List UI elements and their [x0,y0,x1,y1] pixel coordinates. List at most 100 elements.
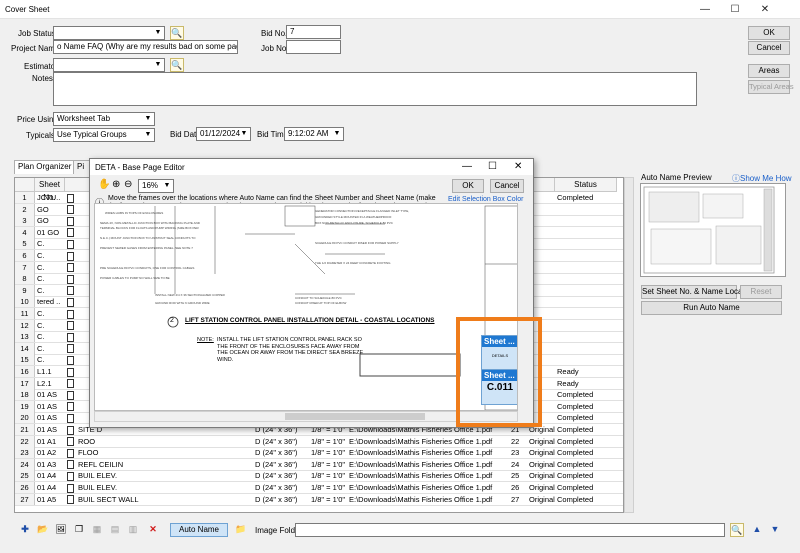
table-cell-n[interactable]: 25 [15,470,35,482]
table-cell-sheet[interactable]: L2.1 [37,378,65,389]
ok-button[interactable]: OK [748,26,790,40]
table-cell-sheet[interactable]: 01 A4 [37,482,65,493]
table-cell-sheet[interactable]: 01 A1 [37,436,65,447]
table-cell-sheet[interactable]: GO [37,204,65,215]
table-row[interactable]: 25 01 A4 BUIL ELEV. D (24" x 36") 1/8" = 1'0… [15,470,623,483]
table-cell-status[interactable] [557,204,617,215]
table-cell-sheet[interactable]: C. [37,285,65,296]
table-cell-orig[interactable]: Original [529,459,555,470]
table-cell-n[interactable]: 20 [15,412,35,424]
table-cell-sheet[interactable]: C. [37,262,65,273]
table-cell-status[interactable]: Completed [557,412,617,423]
dialog-hscrollbar[interactable] [94,411,518,422]
cancel-button[interactable]: Cancel [748,41,790,55]
table-cell-n[interactable]: 4 [15,226,35,238]
close-button[interactable]: ✕ [752,2,778,17]
table-cell-n[interactable]: 26 [15,482,35,493]
run-auto-name-button[interactable]: Run Auto Name [641,301,782,315]
zoom-in-icon[interactable]: ⊕ [112,179,120,190]
table-cell-orig[interactable]: Original [529,494,555,505]
table-cell-sheet[interactable]: 01 AS [37,389,65,400]
table-cell-file[interactable]: E:\Downloads\Mathis Fisheries Office 1.p… [349,459,509,470]
delete-icon[interactable]: ✕ [146,523,160,537]
table-cell-scale[interactable]: 1/8" = 1'0" [311,459,347,470]
dialog-minimize-button[interactable]: — [462,161,472,172]
table-cell-n[interactable]: 22 [15,435,35,447]
table-cell-name[interactable]: BUIL ELEV. [67,482,253,493]
table-cell-status[interactable] [557,262,617,273]
table-cell-status[interactable]: Ready [557,378,617,389]
move-down-icon[interactable]: ▼ [768,523,782,537]
table-cell-sheet[interactable]: C. [37,343,65,354]
auto-name-button[interactable]: Auto Name [170,523,228,537]
table-cell-sheet[interactable]: 01 AS [37,401,65,412]
table-cell-status[interactable] [557,331,617,342]
table-cell-sheet[interactable]: 01 A5 [37,494,65,505]
table-cell-sheet[interactable]: C. [37,273,65,284]
table-cell-file[interactable]: E:\Downloads\Mathis Fisheries Office 1.p… [349,494,509,505]
table-cell-sheet[interactable]: C. [37,354,65,365]
table-cell-name[interactable]: FLOO [67,447,253,458]
table-row[interactable]: 26 01 A4 BUIL ELEV. D (24" x 36") 1/8" = 1'0… [15,482,623,494]
table-cell-file[interactable]: E:\Downloads\Mathis Fisheries Office 1.p… [349,447,509,458]
table-cell-orig[interactable]: Original [529,482,555,493]
table-cell-status[interactable] [557,273,617,284]
dialog-cancel-button[interactable]: Cancel [490,179,524,193]
table-cell-n[interactable]: 14 [15,342,35,354]
table-cell-name[interactable]: BUIL SECT WALL [67,494,253,505]
table-cell-w[interactable]: 26 [511,482,527,493]
move-up-icon[interactable]: ▲ [750,523,764,537]
table-cell-status[interactable] [557,238,617,249]
table-cell-w[interactable]: 27 [511,494,527,505]
table-cell-file[interactable]: E:\Downloads\Mathis Fisheries Office 1.p… [349,470,509,481]
table-cell-sheet[interactable]: 01 A3 [37,459,65,470]
job-status-select[interactable]: ▼ [53,26,165,40]
table-cell-sheet[interactable]: GO [37,215,65,226]
table-cell-n[interactable]: 10 [15,296,35,308]
set-sheet-location-button[interactable]: Set Sheet No. & Name Location [641,285,755,299]
table-cell-status[interactable]: Completed [557,389,617,400]
dialog-maximize-button[interactable]: ☐ [488,161,497,172]
table-cell-name[interactable]: ROO [67,436,253,447]
table-cell-n[interactable]: 16 [15,366,35,377]
table-cell-n[interactable]: 18 [15,389,35,401]
table-row[interactable]: 22 01 A1 ROO D (24" x 36") 1/8" = 1'0" E:\Dow… [15,435,623,448]
table-cell-n[interactable]: 23 [15,447,35,459]
table-cell-w[interactable]: 24 [511,459,527,470]
table-cell-status[interactable]: Completed [557,459,617,470]
table-cell-sheet[interactable]: 01 AS [37,424,65,435]
zoom-out-icon[interactable]: ⊖ [124,179,132,190]
table-cell-sheet[interactable]: 01 A4 [37,470,65,481]
areas-button[interactable]: Areas [748,64,790,78]
dialog-ok-button[interactable]: OK [452,179,484,193]
table-cell-n[interactable]: 12 [15,319,35,331]
search-icon[interactable]: 🔍 [170,58,184,72]
table-cell-n[interactable]: 1 [15,192,35,203]
pan-hand-icon[interactable]: ✋ [98,179,110,190]
table-cell-size[interactable]: D (24" x 36") [255,447,309,458]
price-using-select[interactable]: Worksheet Tab ▼ [53,112,155,126]
table-cell-sheet[interactable]: C. [37,238,65,249]
table-cell-scale[interactable]: 1/8" = 1'0" [311,447,347,458]
table-cell-n[interactable]: 9 [15,284,35,296]
table-cell-size[interactable]: D (24" x 36") [255,482,309,493]
table-cell-status[interactable]: Completed [557,482,617,493]
zoom-select[interactable]: 16% ▼ [138,179,174,193]
image-icon[interactable]: 🖼 [54,523,68,537]
table-cell-status[interactable] [557,354,617,365]
table-cell-status[interactable] [557,343,617,354]
table-cell-scale[interactable]: 1/8" = 1'0" [311,494,347,505]
table-row[interactable]: 23 01 A2 FLOO D (24" x 36") 1/8" = 1'0" E:\Do… [15,447,623,460]
table-cell-status[interactable] [557,308,617,319]
table-cell-n[interactable]: 11 [15,308,35,319]
table-cell-sheet[interactable]: tered .. [37,296,65,307]
add-icon[interactable]: ✚ [18,523,32,537]
table-cell-n[interactable]: 2 [15,203,35,215]
table-cell-w[interactable]: 23 [511,447,527,458]
table-cell-status[interactable] [557,296,617,307]
table-cell-n[interactable]: 19 [15,400,35,412]
tab-plan-organizer[interactable]: Plan Organizer [14,160,76,174]
table-cell-status[interactable] [557,250,617,261]
table-cell-name[interactable]: BUIL ELEV. [67,470,253,481]
typicals-select[interactable]: Use Typical Groups ▼ [53,128,155,142]
